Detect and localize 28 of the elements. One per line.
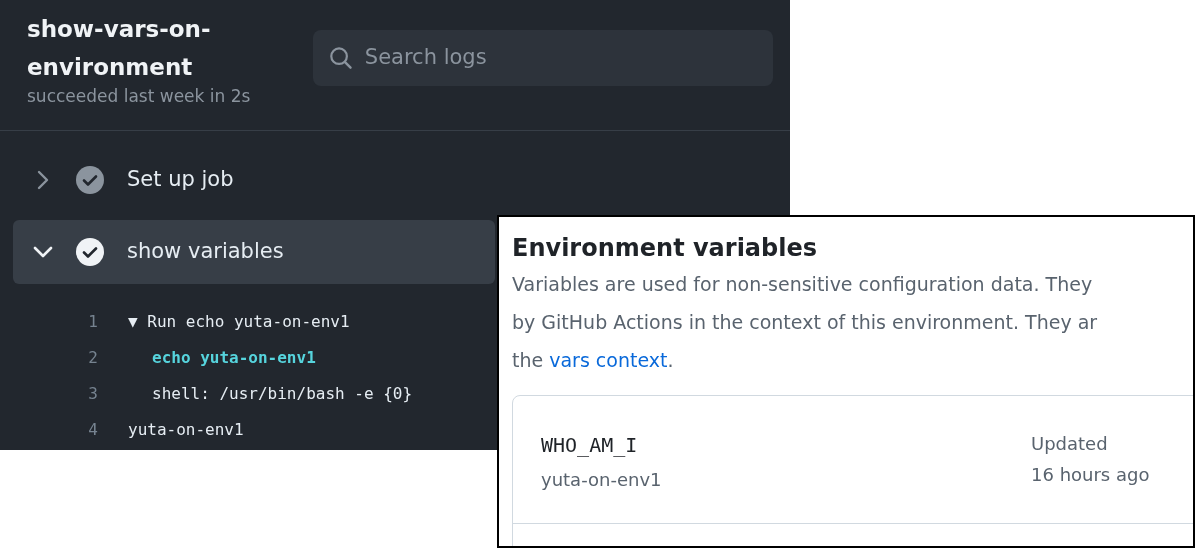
line-number: 1 [87, 311, 98, 333]
step-label: show variables [127, 238, 284, 266]
updated-label: Updated [1031, 432, 1109, 456]
panel-title: Environment variables [512, 233, 819, 264]
step-label: Set up job [127, 166, 234, 194]
variable-value: yuta-on-env1 [541, 468, 662, 492]
search-icon [329, 45, 353, 71]
variable-name: WHO_AM_I [541, 432, 639, 459]
line-number: 2 [87, 347, 98, 369]
log-line: echo yuta-on-env1 [151, 347, 316, 369]
panel-description: Variables are used for non-sensitive configuration data. They by GitHub Actions in the context of this environment. They ar the vars context. [512, 272, 1099, 373]
job-title: show-vars-on-environment [27, 15, 212, 82]
line-number: 3 [87, 383, 98, 405]
log-line: shell: /usr/bin/bash -e {0} [151, 383, 413, 405]
check-circle-icon [75, 165, 105, 195]
search-input[interactable]: Search logs [364, 42, 757, 74]
vars-context-link[interactable]: vars context [549, 349, 668, 371]
step-row[interactable]: Set up job [13, 148, 777, 212]
line-number: 4 [87, 419, 98, 441]
log-line: yuta-on-env1 [128, 419, 244, 441]
chevron-down-icon [33, 246, 53, 258]
check-circle-icon [75, 237, 105, 267]
chevron-right-icon [37, 170, 49, 190]
job-status: succeeded last week in 2s [27, 86, 251, 106]
search-bar[interactable]: Search logs [313, 30, 773, 86]
log-line: ▼ Run echo yuta-on-env1 [128, 311, 350, 333]
step-row[interactable]: show variables [13, 220, 495, 284]
updated-time: 16 hours ago [1031, 463, 1151, 487]
